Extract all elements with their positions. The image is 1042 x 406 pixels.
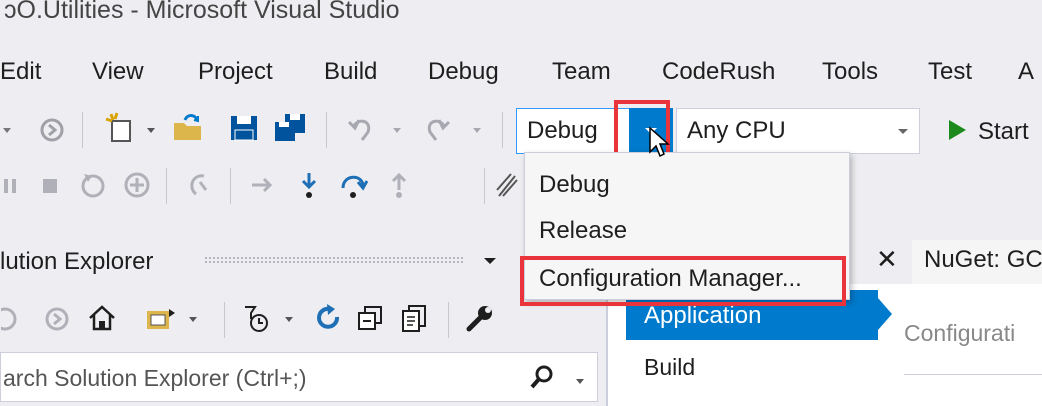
show-next-statement-icon[interactable] [246, 168, 280, 202]
tab-nuget-label[interactable]: NuGet: GC [924, 246, 1042, 274]
switch-views-dropdown-icon[interactable] [182, 306, 204, 332]
properties-wrench-icon[interactable] [462, 300, 498, 336]
mouse-cursor-icon [648, 126, 670, 163]
search-input-placeholder: arch Solution Explorer (Ctrl+;) [3, 365, 307, 391]
filter-dropdown-icon[interactable] [278, 306, 300, 332]
panel-menu-dropdown-icon[interactable] [478, 248, 502, 274]
toolbar-separator [502, 112, 503, 148]
start-button-label[interactable]: Start [978, 118, 1029, 146]
open-folder-icon[interactable] [170, 110, 206, 146]
solution-explorer-title: lution Explorer [0, 248, 154, 275]
search-icon[interactable] [529, 363, 557, 396]
panel-grip[interactable] [204, 256, 464, 264]
new-dropdown-icon[interactable] [140, 116, 162, 144]
collapse-all-icon[interactable] [352, 300, 388, 336]
navigate-back-dropdown-icon[interactable] [0, 116, 14, 144]
close-icon[interactable]: ✕ [876, 244, 898, 275]
save-icon[interactable] [226, 110, 262, 146]
redo-dropdown-icon[interactable] [466, 116, 488, 144]
solution-explorer-search[interactable]: arch Solution Explorer (Ctrl+;) [0, 352, 598, 402]
debug-toolbar [0, 160, 520, 212]
save-all-icon[interactable] [270, 110, 310, 146]
option-release[interactable]: Release [539, 217, 627, 245]
back-icon[interactable] [0, 302, 22, 336]
toolbar-separator [326, 112, 327, 148]
restart-icon[interactable] [76, 168, 110, 202]
menu-test[interactable]: Test [928, 58, 972, 86]
home-icon[interactable] [84, 300, 120, 336]
toolbar-separator [166, 168, 167, 204]
undo-icon[interactable] [344, 112, 378, 146]
highlight-configuration-manager [520, 256, 846, 306]
divider [904, 374, 1042, 375]
breakpoint-settings-icon[interactable] [494, 168, 520, 202]
toolbar-separator [484, 168, 485, 204]
sync-icon[interactable] [310, 300, 346, 336]
configuration-label: Configurati [904, 320, 1016, 346]
menu-project[interactable]: Project [198, 58, 273, 86]
toolbar-separator [448, 302, 449, 338]
toolbar-separator [82, 112, 83, 148]
configuration-value: Debug [527, 117, 598, 144]
attach-process-icon[interactable] [120, 168, 154, 202]
chevron-down-icon[interactable] [897, 121, 909, 146]
step-over-icon[interactable] [336, 168, 370, 202]
menu-team[interactable]: Team [552, 58, 611, 86]
redo-icon[interactable] [420, 112, 454, 146]
pending-changes-filter-icon[interactable] [238, 300, 274, 336]
start-play-icon[interactable] [944, 116, 970, 144]
menu-view[interactable]: View [92, 58, 144, 86]
menu-debug[interactable]: Debug [428, 58, 499, 86]
title-bar: ɔO.Utilities - Microsoft Visual Studio [0, 0, 1042, 40]
toolbar-separator [224, 302, 225, 338]
menu-bar: Edit View Project Build Debug Team CodeR… [0, 44, 1042, 102]
forward-icon[interactable] [40, 302, 74, 336]
nav-selected-arrow [878, 298, 892, 330]
pause-icon[interactable] [0, 170, 20, 202]
show-all-files-icon[interactable] [396, 300, 432, 336]
menu-edit[interactable]: Edit [0, 58, 41, 86]
step-out-icon[interactable] [382, 168, 416, 202]
nav-item-build[interactable]: Build [644, 354, 695, 381]
undo-dropdown-icon[interactable] [386, 116, 408, 144]
solution-explorer-header: lution Explorer [0, 236, 510, 286]
menu-coderush[interactable]: CodeRush [662, 58, 775, 86]
solution-explorer-toolbar [0, 292, 600, 346]
stop-icon[interactable] [36, 170, 64, 202]
menu-tools[interactable]: Tools [822, 58, 878, 86]
option-debug[interactable]: Debug [539, 171, 610, 199]
menu-build[interactable]: Build [324, 58, 377, 86]
switch-views-icon[interactable] [140, 300, 180, 336]
menu-analyze[interactable]: A [1018, 58, 1034, 86]
new-project-icon[interactable] [102, 110, 138, 146]
nav-item-application-label[interactable]: Application [644, 302, 761, 330]
hot-reload-icon[interactable] [182, 168, 216, 202]
navigate-forward-icon[interactable] [36, 114, 68, 146]
toolbar-separator [230, 168, 231, 204]
window-title: ɔO.Utilities - Microsoft Visual Studio [4, 0, 400, 24]
platform-value: Any CPU [687, 117, 786, 144]
search-options-dropdown-icon[interactable] [575, 373, 585, 391]
solution-platform-combo[interactable]: Any CPU [676, 108, 920, 154]
step-into-icon[interactable] [292, 168, 326, 202]
